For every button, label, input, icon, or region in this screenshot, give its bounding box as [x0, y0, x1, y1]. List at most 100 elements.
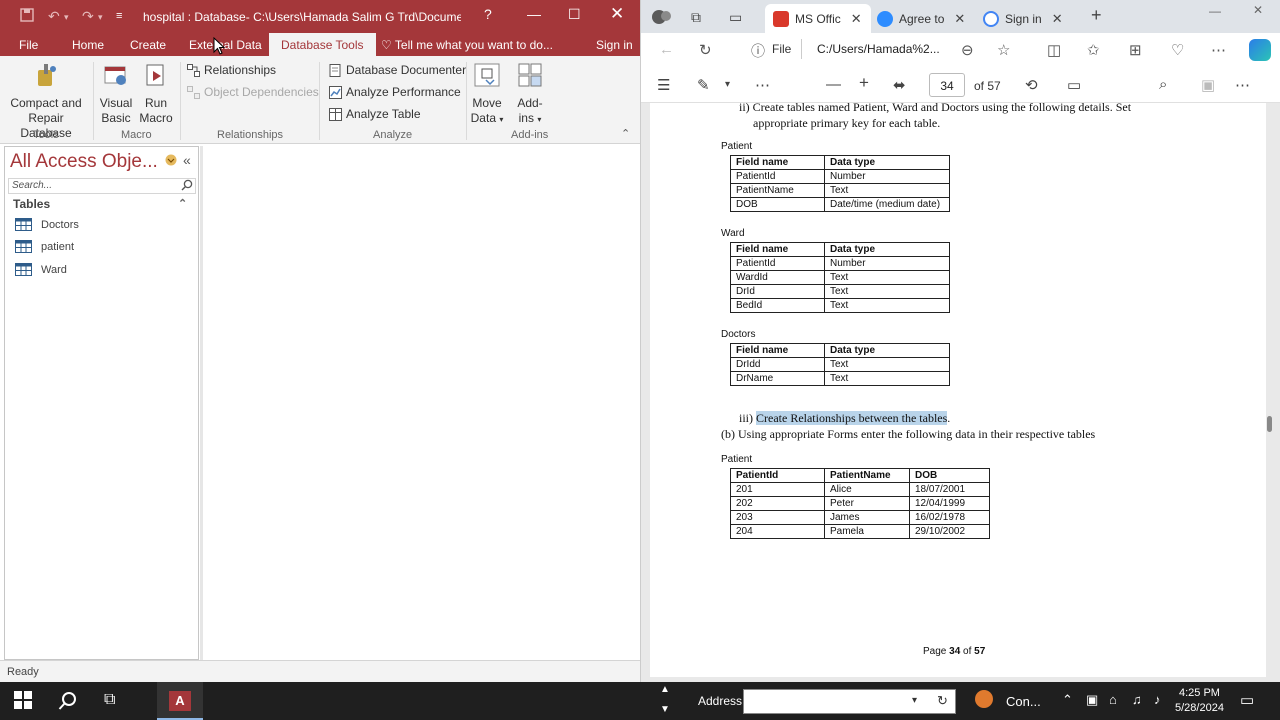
back-icon[interactable]: ←	[659, 41, 674, 58]
tell-me-search[interactable]: ♡ Tell me what you want to do...	[381, 38, 553, 52]
tab-create[interactable]: Create	[130, 38, 166, 52]
collections-icon[interactable]: ⊞	[1129, 41, 1142, 59]
nav-menu-icon[interactable]	[165, 154, 177, 169]
settings-more-icon[interactable]: ⋯	[1211, 41, 1226, 59]
collapse-ribbon-icon[interactable]: ⌃	[621, 127, 630, 140]
help-icon[interactable]: ?	[484, 6, 492, 22]
chevron-down-icon[interactable]: ▾	[912, 695, 917, 706]
document-work-area[interactable]	[200, 146, 640, 660]
microphone-icon[interactable]: ♪	[1154, 692, 1161, 707]
undo-icon[interactable]: ↶	[48, 8, 60, 25]
info-icon[interactable]: ⓘ	[751, 41, 765, 61]
close-icon[interactable]: ✕	[1253, 3, 1263, 17]
notifications-icon[interactable]: ▭	[1240, 691, 1254, 709]
access-taskbar-button[interactable]: A	[157, 682, 203, 720]
tab-ms-office[interactable]: MS Offic ✕	[765, 4, 871, 33]
table-row: 201 Alice 18/07/2001	[730, 482, 990, 497]
search-icon[interactable]	[58, 691, 78, 716]
show-hidden-icons[interactable]: ⌃	[1062, 692, 1073, 708]
workspaces-icon[interactable]: ⧉	[691, 9, 701, 26]
save-icon[interactable]: ▣	[1201, 76, 1215, 94]
zoom-in-icon[interactable]: +	[859, 73, 869, 93]
redo-icon[interactable]: ↷	[82, 8, 94, 25]
table-row: PatientId Number	[730, 169, 950, 184]
tab-file[interactable]: File	[19, 38, 38, 52]
profile-avatar[interactable]	[651, 8, 673, 29]
nav-item-doctors[interactable]: Doctors	[15, 218, 79, 231]
close-tab-icon[interactable]: ✕	[954, 11, 965, 27]
search-icon[interactable]: ⌕	[1159, 76, 1167, 93]
instruction-line: appropriate primary key for each table.	[753, 116, 941, 130]
minimize-icon[interactable]: —	[1209, 4, 1221, 18]
split-screen-icon[interactable]: ◫	[1047, 41, 1061, 59]
search-icon[interactable]	[181, 179, 193, 194]
tab-database-tools[interactable]: Database Tools	[269, 33, 376, 56]
page-view-icon[interactable]: ▭	[1067, 76, 1081, 94]
chevron-down-icon[interactable]: ▼	[660, 704, 670, 715]
maximize-icon[interactable]: ☐	[568, 6, 581, 23]
visual-basic-button[interactable]: Visual Basic	[97, 62, 135, 126]
tab-sign-in[interactable]: Sign in ✕	[983, 4, 1077, 33]
contents-icon[interactable]: ☰	[657, 76, 670, 94]
tab-home[interactable]: Home	[72, 38, 104, 52]
chevron-up-icon[interactable]: ⌃	[178, 197, 187, 210]
fit-to-width-icon[interactable]: ⬌	[893, 76, 906, 94]
run-macro-button[interactable]: Run Macro	[138, 62, 174, 126]
draw-icon[interactable]: ✎	[697, 76, 710, 94]
network-icon[interactable]: ⌂	[1109, 692, 1117, 707]
windows-start-icon[interactable]	[14, 691, 32, 714]
customize-qat-icon[interactable]: ≡	[116, 10, 122, 22]
tab-external-data[interactable]: External Data	[189, 38, 262, 52]
close-tab-icon[interactable]: ✕	[1052, 11, 1063, 27]
new-tab-icon[interactable]: +	[1091, 5, 1102, 26]
copilot-icon[interactable]	[1249, 39, 1271, 61]
zoom-out-icon[interactable]: ⊖	[961, 41, 974, 59]
close-icon[interactable]: ✕	[610, 4, 624, 24]
save-icon[interactable]	[20, 8, 34, 25]
more-tools-icon[interactable]: ⋯	[755, 76, 770, 94]
redo-dropdown-icon[interactable]: ▾	[98, 12, 103, 23]
favorites-icon[interactable]: ✩	[1087, 41, 1100, 59]
zoom-out-icon[interactable]: —	[826, 76, 841, 93]
volume-icon[interactable]: ♫	[1132, 692, 1142, 707]
close-tab-icon[interactable]: ✕	[851, 11, 862, 27]
task-view-icon[interactable]: ⧉	[104, 691, 115, 709]
add-ins-button[interactable]: Add-ins ▾	[512, 62, 548, 127]
browser-essentials-icon[interactable]: ♡	[1171, 41, 1184, 59]
nav-search-placeholder: Search...	[12, 180, 53, 191]
go-icon[interactable]: ↻	[937, 693, 948, 709]
vertical-tabs-icon[interactable]: ▭	[729, 9, 742, 26]
page-number-input[interactable]: 34	[929, 73, 965, 97]
scrollbar-thumb[interactable]	[1267, 416, 1272, 432]
favorite-star-icon[interactable]: ☆	[997, 41, 1010, 59]
footer-text: of	[963, 646, 972, 657]
analyze-table-button[interactable]: Analyze Table	[329, 107, 421, 121]
nav-search-input[interactable]: Search...	[8, 178, 196, 194]
chevron-up-icon[interactable]: ▲	[660, 684, 670, 695]
chevron-down-icon[interactable]: ▾	[725, 79, 730, 90]
table-cell: 18/07/2001	[909, 482, 990, 497]
nav-item-ward[interactable]: Ward	[15, 263, 67, 276]
nav-pane-title[interactable]: All Access Obje...	[10, 151, 158, 173]
rotate-icon[interactable]: ⟲	[1025, 76, 1038, 94]
tab-agree-to[interactable]: Agree to ✕	[877, 4, 975, 33]
pdf-viewer[interactable]: ii) Create tables named Patient, Ward an…	[641, 103, 1280, 682]
system-clock[interactable]: 4:25 PM 5/28/2024	[1175, 686, 1224, 716]
collapse-pane-icon[interactable]: «	[183, 152, 191, 168]
address-toolbar-input[interactable]: ▾ ↻	[743, 689, 956, 714]
url-text[interactable]: C:/Users/Hamada%2...	[817, 42, 940, 56]
database-documenter-button[interactable]: Database Documenter	[329, 63, 466, 77]
analyze-performance-button[interactable]: Analyze Performance	[329, 85, 461, 99]
move-data-button[interactable]: Move Data ▾	[469, 62, 505, 127]
meet-now-icon[interactable]: ▣	[1086, 692, 1098, 708]
connect-app-label[interactable]: Con...	[1006, 694, 1041, 709]
connect-app-icon[interactable]	[975, 690, 993, 708]
nav-item-patient[interactable]: patient	[15, 240, 74, 253]
minimize-icon[interactable]: —	[527, 6, 541, 22]
undo-dropdown-icon[interactable]: ▾	[64, 12, 69, 23]
sign-in-link[interactable]: Sign in	[596, 38, 633, 52]
relationships-button[interactable]: Relationships	[187, 63, 276, 77]
refresh-icon[interactable]: ↻	[699, 41, 712, 59]
nav-section-tables[interactable]: Tables ⌃	[13, 197, 193, 211]
more-options-icon[interactable]: ⋯	[1235, 76, 1250, 94]
